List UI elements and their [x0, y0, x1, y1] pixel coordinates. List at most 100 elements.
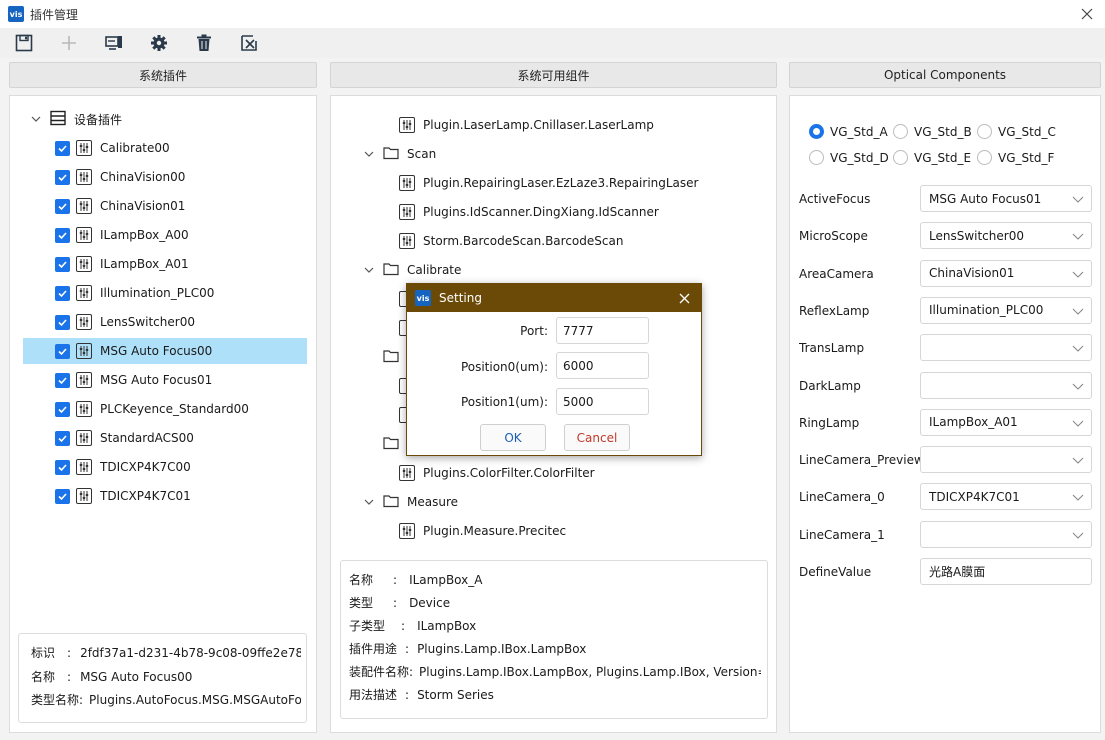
- checkbox[interactable]: [55, 198, 70, 214]
- chevron-down-icon[interactable]: [363, 496, 375, 508]
- chevron-down-icon[interactable]: [363, 264, 375, 276]
- tree-item[interactable]: MSG Auto Focus00: [23, 338, 307, 364]
- tree-item-idscanner[interactable]: Plugins.IdScanner.DingXiang.IdScanner: [399, 199, 659, 225]
- property-label: RingLamp: [799, 415, 860, 430]
- checkbox[interactable]: [55, 285, 70, 301]
- checkbox[interactable]: [55, 140, 70, 156]
- plugin-icon: [399, 523, 415, 539]
- cancel-button[interactable]: Cancel: [564, 424, 630, 451]
- add-button[interactable]: [57, 31, 81, 55]
- chevron-down-icon[interactable]: [363, 438, 375, 450]
- tree-group-calibrate[interactable]: Calibrate: [363, 257, 461, 283]
- chevron-down-icon: [1072, 196, 1084, 203]
- radio-indicator[interactable]: [809, 124, 824, 139]
- checkbox[interactable]: [55, 256, 70, 272]
- ok-button[interactable]: OK: [480, 424, 546, 451]
- checkbox[interactable]: [55, 169, 70, 185]
- plugin-icon: [76, 227, 92, 243]
- chevron-down-icon: [1072, 308, 1084, 315]
- info-name-line: 名称: MSG Auto Focus00: [31, 670, 193, 684]
- delete-button[interactable]: [192, 31, 216, 55]
- chevron-down-icon[interactable]: [30, 113, 42, 125]
- checkbox[interactable]: [55, 430, 70, 446]
- checkbox[interactable]: [55, 314, 70, 330]
- radio-indicator[interactable]: [893, 124, 908, 139]
- tree-item[interactable]: Illumination_PLC00: [55, 280, 214, 306]
- radio-option[interactable]: VG_Std_A: [809, 124, 888, 139]
- radio-indicator[interactable]: [809, 150, 824, 165]
- checkbox[interactable]: [55, 227, 70, 243]
- tree-item[interactable]: StandardACS00: [55, 425, 194, 451]
- property-combobox[interactable]: [920, 520, 1092, 548]
- property-combobox[interactable]: [920, 446, 1092, 474]
- tree-item-precitec[interactable]: Plugin.Measure.Precitec: [399, 518, 566, 544]
- property-combobox[interactable]: TDICXP4K7C01: [920, 483, 1092, 511]
- tree-group-hidden[interactable]: [363, 431, 399, 457]
- tree-item-barcodescan[interactable]: Storm.BarcodeScan.BarcodeScan: [399, 228, 623, 254]
- property-combobox[interactable]: LensSwitcher00: [920, 222, 1092, 250]
- tree-item-label: MSG Auto Focus01: [100, 373, 213, 387]
- tree-item-laserlamp[interactable]: Plugin.LaserLamp.Cnillaser.LaserLamp: [399, 112, 654, 138]
- tree-item[interactable]: ChinaVision00: [55, 164, 185, 190]
- port-input[interactable]: 7777: [556, 317, 649, 344]
- radio-indicator[interactable]: [977, 124, 992, 139]
- device-settings-icon: [105, 36, 122, 50]
- tree-item-label: Illumination_PLC00: [100, 286, 215, 300]
- checkbox[interactable]: [55, 459, 70, 475]
- radio-indicator[interactable]: [893, 150, 908, 165]
- radio-option[interactable]: VG_Std_F: [977, 150, 1054, 165]
- checkbox[interactable]: [55, 343, 70, 359]
- tree-item[interactable]: ChinaVision01: [55, 193, 185, 219]
- tree-item[interactable]: ILampBox_A00: [55, 222, 189, 248]
- property-combobox[interactable]: [920, 334, 1092, 362]
- window-close-button[interactable]: [1077, 4, 1097, 24]
- property-combobox[interactable]: ChinaVision01: [920, 259, 1092, 287]
- dialog-close-button[interactable]: [675, 289, 693, 307]
- checkbox[interactable]: [55, 372, 70, 388]
- property-combobox[interactable]: ILampBox_A01: [920, 408, 1092, 436]
- radio-option[interactable]: VG_Std_D: [809, 150, 889, 165]
- position1-input[interactable]: 5000: [556, 388, 649, 415]
- settings-button[interactable]: [147, 31, 171, 55]
- property-label: LineCamera_1: [799, 527, 885, 542]
- tree-item-label: Calibrate00: [100, 141, 170, 155]
- tree-item[interactable]: Calibrate00: [55, 135, 170, 161]
- tree-group-hidden[interactable]: [363, 344, 399, 370]
- radio-option[interactable]: VG_Std_B: [893, 124, 972, 139]
- folder-icon: [383, 262, 399, 279]
- tree-root-device-plugins[interactable]: 设备插件: [30, 106, 122, 132]
- tree-item[interactable]: LensSwitcher00: [55, 309, 195, 335]
- tree-item-colorfilter[interactable]: Plugins.ColorFilter.ColorFilter: [399, 460, 595, 486]
- save-button[interactable]: [12, 31, 36, 55]
- radio-option[interactable]: VG_Std_E: [893, 150, 971, 165]
- tree-item[interactable]: TDICXP4K7C00: [55, 454, 191, 480]
- property-value: ILampBox_A01: [929, 415, 1018, 430]
- remove-selection-button[interactable]: [237, 31, 261, 55]
- tree-group-scan[interactable]: Scan: [363, 141, 436, 167]
- checkbox[interactable]: [55, 401, 70, 417]
- tree-group-measure[interactable]: Measure: [363, 489, 458, 515]
- tree-item[interactable]: ILampBox_A01: [55, 251, 189, 277]
- chevron-down-icon: [1072, 495, 1084, 502]
- chevron-down-icon: [1072, 420, 1084, 427]
- checkbox[interactable]: [55, 488, 70, 504]
- property-combobox[interactable]: Illumination_PLC00: [920, 296, 1092, 324]
- chevron-down-icon[interactable]: [363, 148, 375, 160]
- radio-indicator[interactable]: [977, 150, 992, 165]
- tree-item-repairinglaser[interactable]: Plugin.RepairingLaser.EzLaze3.RepairingL…: [399, 170, 698, 196]
- optical-components-panel: VG_Std_A VG_Std_B VG_Std_C VG_Std_D VG_Std_E…: [789, 95, 1101, 733]
- edit-device-button[interactable]: [102, 31, 126, 55]
- position0-input[interactable]: 6000: [556, 352, 649, 379]
- available-components-header: 系统可用组件: [330, 62, 777, 88]
- info-line-description: 用法描述: Storm Series: [349, 688, 494, 702]
- property-combobox[interactable]: MSG Auto Focus01: [920, 185, 1092, 212]
- radio-option[interactable]: VG_Std_C: [977, 124, 1056, 139]
- chevron-down-icon: [1072, 271, 1084, 278]
- tree-item[interactable]: TDICXP4K7C01: [55, 483, 191, 509]
- tree-item[interactable]: PLCKeyence_Standard00: [55, 396, 249, 422]
- chevron-down-icon[interactable]: [363, 351, 375, 363]
- app-logo-icon: vis: [415, 290, 431, 306]
- tree-item[interactable]: MSG Auto Focus01: [55, 367, 212, 393]
- property-combobox[interactable]: [920, 371, 1092, 399]
- define-value-input[interactable]: 光路A膜面: [920, 558, 1092, 585]
